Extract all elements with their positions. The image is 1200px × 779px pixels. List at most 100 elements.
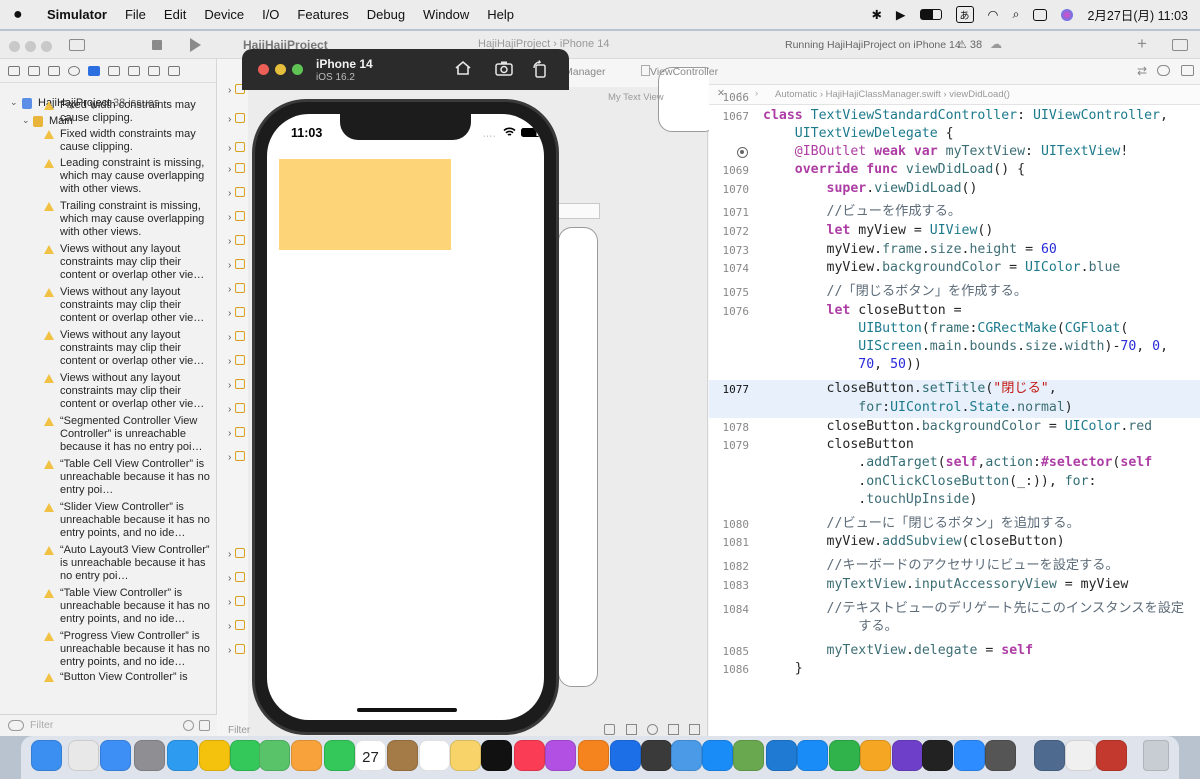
zoom-window-button[interactable]: [292, 64, 303, 75]
code-line[interactable]: 70, 50)): [709, 356, 1200, 375]
home-indicator[interactable]: [357, 708, 457, 712]
issue-row[interactable]: “Auto Layout3 View Controller” is unreac…: [0, 544, 217, 583]
simulator-icon[interactable]: [641, 740, 672, 771]
filter-options-icon[interactable]: [8, 720, 24, 731]
refresh-icon[interactable]: ⇄: [1137, 64, 1147, 78]
menu-app-name[interactable]: Simulator: [47, 7, 107, 22]
outlet-connection-icon[interactable]: [737, 147, 748, 158]
calculator-icon[interactable]: [985, 740, 1016, 771]
books-icon[interactable]: [578, 740, 609, 771]
dictionary-icon[interactable]: [1096, 740, 1127, 771]
code-line[interactable]: 1085 myTextView.delegate = self: [709, 642, 1200, 661]
launchpad-icon[interactable]: [68, 740, 99, 771]
symbol-navigator-icon[interactable]: [48, 65, 60, 76]
related-items-icon[interactable]: [1157, 65, 1170, 76]
code-line[interactable]: 1081 myView.addSubview(closeButton): [709, 533, 1200, 552]
rotate-button-icon[interactable]: [531, 60, 551, 78]
code-line[interactable]: 1073 myView.frame.size.height = 60: [709, 241, 1200, 260]
breakpoint-navigator-icon[interactable]: [148, 65, 160, 76]
pages-icon[interactable]: [860, 740, 891, 771]
code-line[interactable]: 1071 //ビューを作成する。: [709, 203, 1200, 222]
minimize-window-button[interactable]: [275, 64, 286, 75]
terminal-icon[interactable]: [922, 740, 953, 771]
report-navigator-icon[interactable]: [168, 65, 180, 76]
inspector-toggle-icon[interactable]: [1172, 39, 1188, 51]
navigator-filter-input[interactable]: Filter: [30, 719, 53, 731]
preview-icon[interactable]: [1034, 740, 1065, 771]
source-control-navigator-icon[interactable]: [28, 65, 40, 76]
apple-menu-icon[interactable]: ●: [13, 6, 31, 24]
photos-icon[interactable]: [291, 740, 322, 771]
play-icon[interactable]: ▶: [896, 7, 906, 22]
menu-debug[interactable]: Debug: [367, 7, 405, 22]
code-line[interactable]: 1084 //テキストビューのデリゲート先にこのインスタンスを設定: [709, 600, 1200, 619]
issue-row[interactable]: “Slider View Controller” is unreachable …: [0, 501, 217, 540]
warning-count-badge[interactable]: ⚠ 38: [957, 38, 982, 51]
code-line[interactable]: 1078 closeButton.backgroundColor = UICol…: [709, 418, 1200, 437]
textedit-icon[interactable]: [1065, 740, 1096, 771]
code-line[interactable]: 1086 }: [709, 660, 1200, 679]
siri-icon[interactable]: [1061, 8, 1074, 21]
code-editor[interactable]: Manager ViewController ⇄ ✕ ‹ › Automatic…: [564, 59, 1200, 736]
tab-viewcontroller[interactable]: ViewController: [650, 66, 718, 78]
code-line[interactable]: 1080 //ビューに「閉じるボタン」を追加する。: [709, 515, 1200, 534]
menu-file[interactable]: File: [125, 7, 146, 22]
test-navigator-icon[interactable]: [108, 65, 120, 76]
issue-row[interactable]: “Segmented Controller View Controller” i…: [0, 415, 217, 454]
coteditor-icon[interactable]: [733, 740, 764, 771]
spotlight-search-icon[interactable]: ⌕: [1012, 7, 1019, 22]
menu-clock[interactable]: 2月27日(月) 11:03: [1087, 5, 1188, 24]
run-button[interactable]: [190, 38, 201, 52]
reminders-icon[interactable]: [419, 740, 450, 771]
close-window-button[interactable]: [258, 64, 269, 75]
notes-brown-icon[interactable]: [387, 740, 418, 771]
canvas-breadcrumb-end[interactable]: My Text View: [608, 92, 664, 103]
screenshot-button-icon[interactable]: [494, 60, 514, 78]
zoom-window-button[interactable]: [41, 41, 52, 52]
stop-button[interactable]: [152, 40, 162, 50]
code-line[interactable]: 1072 let myView = UIView(): [709, 222, 1200, 241]
issue-row[interactable]: Views without any layout constraints may…: [0, 372, 217, 411]
code-line[interactable]: 1076 let closeButton =: [709, 302, 1200, 321]
sidebar-toggle-icon[interactable]: [69, 39, 85, 51]
find-navigator-icon[interactable]: [68, 65, 80, 76]
safari-icon[interactable]: [167, 740, 198, 771]
app-store-icon[interactable]: [702, 740, 733, 771]
scope-filter-icon[interactable]: [199, 720, 210, 731]
issue-row[interactable]: “Table Cell View Controller” is unreacha…: [0, 458, 217, 497]
editor-options-icon[interactable]: [1181, 65, 1194, 76]
issue-row[interactable]: Fixed width constraints may cause clippi…: [0, 128, 217, 154]
keynote-icon[interactable]: [797, 740, 828, 771]
home-button-icon[interactable]: [454, 60, 474, 78]
issue-navigator-icon[interactable]: [88, 65, 100, 76]
finder-icon[interactable]: [31, 740, 62, 771]
system-settings-icon[interactable]: [134, 740, 165, 771]
issue-row[interactable]: “Progress View Controller” is unreachabl…: [0, 630, 217, 669]
iphone-screen[interactable]: 11:03 ····: [267, 114, 544, 720]
code-line[interactable]: UIScreen.main.bounds.size.width)-70, 0,: [709, 338, 1200, 357]
resolve-issues-icon[interactable]: [668, 724, 679, 735]
trash-icon[interactable]: [1143, 740, 1169, 771]
tab-manager[interactable]: Manager: [564, 66, 605, 78]
code-line[interactable]: @IBOutlet weak var myTextView: UITextVie…: [709, 143, 1200, 162]
project-navigator-icon[interactable]: [8, 65, 20, 76]
minimize-window-button[interactable]: [25, 41, 36, 52]
podcasts-icon[interactable]: [545, 740, 576, 771]
update-frames-icon[interactable]: [604, 724, 615, 735]
vscode-icon[interactable]: [766, 740, 797, 771]
embed-in-icon[interactable]: [689, 724, 700, 735]
messages-icon[interactable]: [230, 740, 261, 771]
close-window-button[interactable]: [9, 41, 20, 52]
code-line[interactable]: 1066: [709, 88, 1200, 107]
code-line[interactable]: 1067 class TextViewStandardController: UI…: [709, 107, 1200, 126]
mail-icon[interactable]: [100, 740, 131, 771]
issue-row[interactable]: Views without any layout constraints may…: [0, 286, 217, 325]
code-line[interactable]: 1077 closeButton.setTitle("閉じる",: [709, 380, 1200, 399]
add-button[interactable]: +: [1137, 34, 1147, 54]
menu-help[interactable]: Help: [487, 7, 514, 22]
issue-row[interactable]: “Table View Controller” is unreachable b…: [0, 587, 217, 626]
code-line[interactable]: UIButton(frame:CGRectMake(CGFloat(: [709, 320, 1200, 339]
code-line[interactable]: 1082 //キーボードのアクセサリにビューを設定する。: [709, 557, 1200, 576]
code-line[interactable]: 1069 override func viewDidLoad() {: [709, 161, 1200, 180]
code-line[interactable]: 1075 //「閉じるボタン」を作成する。: [709, 283, 1200, 302]
